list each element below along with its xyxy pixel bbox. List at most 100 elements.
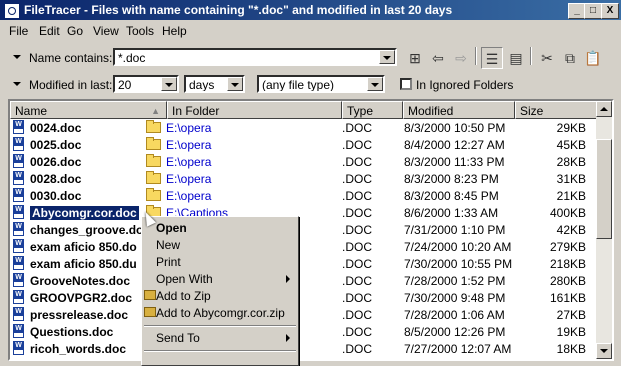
file-name[interactable]: pressrelease.doc [30, 308, 128, 322]
list-view-icon[interactable]: ▤ [505, 47, 527, 69]
name-dropdown-button[interactable] [379, 50, 395, 64]
menu-new[interactable]: New [144, 236, 296, 253]
file-name[interactable]: GROOVPGR2.doc [30, 291, 132, 305]
file-type: .DOC [342, 291, 372, 305]
file-size: 218KB [549, 257, 586, 271]
table-row[interactable]: Questions.doc .DOC 8/5/2000 12:26 PM 19KB [10, 323, 600, 340]
file-name[interactable]: exam aficio 850.do [30, 240, 137, 254]
file-type: .DOC [342, 274, 372, 288]
word-document-icon [13, 154, 24, 168]
column-modified[interactable]: Modified [403, 101, 515, 119]
table-row[interactable]: 0026.doc E:\opera .DOC 8/3/2000 11:33 PM 28K… [10, 153, 600, 170]
file-folder[interactable]: E:\opera [146, 154, 211, 169]
modified-count-input[interactable]: 20 [113, 75, 179, 93]
table-row[interactable]: exam aficio 850.do .DOC 7/24/2000 10:20 AM… [10, 238, 600, 255]
file-folder[interactable]: E:\opera [146, 137, 211, 152]
time-unit-select[interactable]: days [184, 75, 245, 93]
count-dropdown-button[interactable] [161, 77, 177, 91]
scroll-up-button[interactable] [596, 101, 612, 117]
file-type-select[interactable]: (any file type) [257, 75, 385, 93]
maximize-button[interactable]: □ [584, 3, 602, 19]
menu-edit[interactable]: Edit [39, 24, 60, 38]
collapse-arrow-icon[interactable] [13, 82, 21, 86]
menu-file[interactable]: File [9, 24, 28, 38]
table-row[interactable]: 0024.doc E:\opera .DOC 8/3/2000 10:50 PM 29K… [10, 119, 600, 136]
file-folder[interactable]: E:\opera [146, 171, 211, 186]
unit-dropdown-button[interactable] [227, 77, 243, 91]
file-type: .DOC [342, 257, 372, 271]
table-row[interactable]: pressrelease.docal.DOC7/28/2000 1:06 AM2… [10, 306, 600, 323]
type-dropdown-button[interactable] [367, 77, 383, 91]
menu-open-with[interactable]: Open With [144, 270, 296, 287]
file-list[interactable]: Name▲ In Folder Type Modified Size 0024.… [8, 99, 614, 361]
word-document-icon [13, 137, 24, 151]
forward-icon[interactable]: ⇨ [450, 47, 472, 69]
file-name[interactable]: GrooveNotes.doc [30, 274, 130, 288]
file-modified: 8/4/2000 12:27 AM [404, 138, 505, 152]
table-row[interactable]: 0025.doc E:\opera .DOC 8/4/2000 12:27 AM 45K… [10, 136, 600, 153]
file-name[interactable]: 0028.doc [30, 172, 81, 186]
file-name[interactable]: 0024.doc [30, 121, 81, 135]
table-row[interactable]: 0030.doc E:\opera .DOC 8/3/2000 8:45 PM 21KB [10, 187, 600, 204]
name-contains-input[interactable]: *.doc [113, 48, 397, 66]
file-name[interactable]: 0026.doc [30, 155, 81, 169]
column-name[interactable]: Name ▲ [10, 101, 167, 119]
file-name[interactable]: exam aficio 850.du [30, 257, 137, 271]
vertical-scrollbar[interactable] [596, 101, 612, 359]
search-folder-icon[interactable]: ⊞ [404, 47, 426, 69]
menu-open[interactable]: Open [144, 219, 296, 236]
menu-tools[interactable]: Tools [126, 24, 154, 38]
table-row[interactable]: 0028.doc E:\opera .DOC 8/3/2000 8:23 PM 31KB [10, 170, 600, 187]
menu-help[interactable]: Help [162, 24, 187, 38]
menu-print[interactable]: Print [144, 253, 296, 270]
file-name[interactable]: Abycomgr.cor.doc [29, 205, 140, 221]
collapse-arrow-icon[interactable] [13, 55, 21, 59]
word-document-icon [13, 324, 24, 338]
paste-icon[interactable]: 📋 [582, 47, 604, 69]
file-folder[interactable]: E:\opera [146, 188, 211, 203]
modified-filter-row: Modified in last: 20 days (any file type… [0, 72, 621, 98]
app-icon[interactable] [4, 3, 20, 19]
file-name[interactable]: 0025.doc [30, 138, 81, 152]
table-row[interactable]: ricoh_words.doc .DOC 7/27/2000 12:07 AM 18K… [10, 340, 600, 357]
menu-separator [144, 350, 296, 352]
column-in-folder[interactable]: In Folder [167, 101, 342, 119]
file-type: .DOC [342, 189, 372, 203]
file-folder[interactable]: E:\opera [146, 120, 211, 135]
file-size: 31KB [556, 172, 586, 186]
scroll-thumb[interactable] [596, 139, 612, 239]
table-row[interactable]: changes_groove.do .DOC 7/31/2000 1:10 PM 42… [10, 221, 600, 238]
ignored-folders-label: In Ignored Folders [416, 78, 514, 92]
close-button[interactable]: X [601, 3, 619, 19]
file-size: 45KB [556, 138, 586, 152]
details-view-icon[interactable]: ☰ [481, 47, 503, 69]
file-size: 42KB [556, 223, 586, 237]
table-row[interactable]: GROOVPGR2.doc .DOC 7/30/2000 9:48 PM 161KB [10, 289, 600, 306]
menu-add-to-named-zip[interactable]: Add to Abycomgr.cor.zip [144, 304, 296, 321]
file-name[interactable]: changes_groove.do [30, 223, 143, 237]
ignored-folders-checkbox[interactable] [400, 78, 412, 90]
menu-send-to[interactable]: Send To [144, 329, 296, 346]
back-icon[interactable]: ⇦ [427, 47, 449, 69]
time-unit-value: days [189, 78, 215, 92]
file-modified: 8/3/2000 11:33 PM [404, 155, 505, 169]
table-row[interactable]: GrooveNotes.doc .DOC 7/28/2000 1:52 PM 280K… [10, 272, 600, 289]
table-row[interactable]: exam aficio 850.du .DOC 7/30/2000 10:55 PM… [10, 255, 600, 272]
copy-icon[interactable]: ⧉ [559, 47, 581, 69]
word-document-icon [13, 290, 24, 304]
scroll-down-button[interactable] [596, 343, 612, 359]
cut-icon[interactable]: ✂ [536, 47, 558, 69]
file-type: .DOC [342, 308, 372, 322]
file-name[interactable]: 0030.doc [30, 189, 81, 203]
folder-icon [146, 137, 161, 150]
table-row[interactable]: Abycomgr.cor.docE:\Captions.DOC8/6/2000 … [10, 204, 600, 221]
menu-go[interactable]: Go [67, 24, 83, 38]
file-name[interactable]: ricoh_words.doc [30, 342, 126, 356]
menu-bar: File Edit Go View Tools Help [0, 20, 621, 40]
file-size: 29KB [556, 121, 586, 135]
column-size[interactable]: Size [515, 101, 600, 119]
menu-add-to-zip[interactable]: Add to Zip [144, 287, 296, 304]
column-type[interactable]: Type [342, 101, 403, 119]
menu-view[interactable]: View [93, 24, 119, 38]
file-name[interactable]: Questions.doc [30, 325, 113, 339]
